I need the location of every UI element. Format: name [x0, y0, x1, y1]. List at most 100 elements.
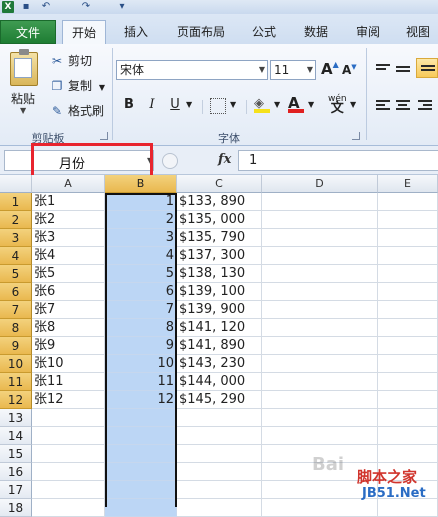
cell-e[interactable] [378, 427, 438, 445]
cell-c[interactable] [177, 445, 262, 463]
tab-view[interactable]: 视图 [398, 20, 438, 44]
phonetic-button[interactable]: wén 文 [328, 94, 347, 115]
cell-c[interactable] [177, 499, 262, 517]
shrink-font-button[interactable]: A▼ [342, 63, 357, 77]
cell-c[interactable]: $135, 000 [177, 211, 262, 229]
cell-e[interactable] [378, 193, 438, 211]
cell-b[interactable]: 2 [105, 211, 177, 229]
cell-b[interactable]: 11 [105, 373, 177, 391]
cell-a[interactable] [32, 409, 105, 427]
cell-c[interactable]: $144, 000 [177, 373, 262, 391]
cell-c[interactable]: $141, 890 [177, 337, 262, 355]
cell-a[interactable]: 张11 [32, 373, 105, 391]
cell-d[interactable] [262, 211, 378, 229]
row-header[interactable]: 18 [0, 499, 32, 517]
tab-data[interactable]: 数据 [296, 20, 336, 44]
underline-button[interactable]: U [166, 96, 184, 114]
row-header[interactable]: 6 [0, 283, 32, 301]
cell-e[interactable] [378, 265, 438, 283]
cut-button[interactable]: ✂ 剪切 [50, 52, 92, 70]
copy-dropdown-icon[interactable]: ▼ [99, 83, 105, 92]
cell-d[interactable] [262, 373, 378, 391]
font-size-field[interactable]: 11 ▼ [270, 60, 316, 80]
spreadsheet-grid[interactable]: A B C D E 1 张1 1 $133, 890 2 张2 2 $135, 000 3 张3 3 $135,… [0, 175, 438, 517]
cell-a[interactable]: 张3 [32, 229, 105, 247]
cell-e[interactable] [378, 355, 438, 373]
cell-e[interactable] [378, 499, 438, 517]
borders-dropdown-icon[interactable]: ▼ [230, 100, 236, 109]
cell-d[interactable] [262, 229, 378, 247]
align-bottom-button[interactable] [416, 58, 438, 78]
cell-c[interactable]: $141, 120 [177, 319, 262, 337]
cell-e[interactable] [378, 301, 438, 319]
font-launcher-icon[interactable] [352, 132, 360, 140]
cell-d[interactable] [262, 319, 378, 337]
tab-formulas[interactable]: 公式 [244, 20, 284, 44]
cell-a[interactable]: 张2 [32, 211, 105, 229]
cell-c[interactable]: $133, 890 [177, 193, 262, 211]
row-header[interactable]: 16 [0, 463, 32, 481]
row-header[interactable]: 8 [0, 319, 32, 337]
cell-b[interactable]: 4 [105, 247, 177, 265]
cell-b[interactable]: 5 [105, 265, 177, 283]
row-header[interactable]: 9 [0, 337, 32, 355]
column-header-b[interactable]: B [105, 175, 177, 193]
column-header-e[interactable]: E [378, 175, 438, 193]
customize-qat-icon[interactable]: ▾ [116, 1, 128, 13]
cell-c[interactable]: $145, 290 [177, 391, 262, 409]
row-header[interactable]: 15 [0, 445, 32, 463]
cell-a[interactable]: 张8 [32, 319, 105, 337]
cell-e[interactable] [378, 373, 438, 391]
cell-c[interactable] [177, 481, 262, 499]
cell-e[interactable] [378, 247, 438, 265]
cell-a[interactable]: 张10 [32, 355, 105, 373]
cell-a[interactable]: 张12 [32, 391, 105, 409]
fill-color-button[interactable]: ◈ [254, 96, 270, 113]
cell-d[interactable] [262, 355, 378, 373]
align-top-icon[interactable] [376, 64, 390, 76]
cell-d[interactable] [262, 337, 378, 355]
format-painter-button[interactable]: ✎ 格式刷 [50, 102, 104, 120]
cell-a[interactable] [32, 463, 105, 481]
cell-b[interactable]: 8 [105, 319, 177, 337]
cell-b[interactable]: 10 [105, 355, 177, 373]
cell-c[interactable] [177, 463, 262, 481]
cell-d[interactable] [262, 427, 378, 445]
row-header[interactable]: 2 [0, 211, 32, 229]
row-header[interactable]: 3 [0, 229, 32, 247]
cell-b[interactable]: 6 [105, 283, 177, 301]
grow-font-button[interactable]: A▲ [321, 60, 339, 78]
cell-e[interactable] [378, 319, 438, 337]
row-header[interactable]: 4 [0, 247, 32, 265]
cell-b[interactable] [105, 445, 177, 463]
underline-dropdown-icon[interactable]: ▼ [186, 100, 192, 109]
cell-c[interactable]: $143, 230 [177, 355, 262, 373]
cell-d[interactable] [262, 265, 378, 283]
font-name-field[interactable]: 宋体 ▼ [116, 60, 268, 80]
cell-e[interactable] [378, 409, 438, 427]
row-header[interactable]: 13 [0, 409, 32, 427]
row-header[interactable]: 10 [0, 355, 32, 373]
cell-b[interactable]: 9 [105, 337, 177, 355]
font-color-button[interactable]: A [288, 94, 304, 113]
cell-b[interactable] [105, 427, 177, 445]
save-icon[interactable]: ▪ [20, 1, 32, 13]
cell-d[interactable] [262, 391, 378, 409]
cell-b[interactable]: 7 [105, 301, 177, 319]
cell-b[interactable]: 3 [105, 229, 177, 247]
align-center-icon[interactable] [396, 100, 410, 112]
clipboard-launcher-icon[interactable] [100, 132, 108, 140]
column-header-c[interactable]: C [177, 175, 262, 193]
cell-c[interactable]: $137, 300 [177, 247, 262, 265]
cell-b[interactable] [105, 463, 177, 481]
row-header[interactable]: 11 [0, 373, 32, 391]
fill-dropdown-icon[interactable]: ▼ [274, 100, 280, 109]
cell-c[interactable] [177, 427, 262, 445]
phonetic-dropdown-icon[interactable]: ▼ [350, 100, 356, 109]
column-header-d[interactable]: D [262, 175, 378, 193]
cell-d[interactable] [262, 247, 378, 265]
align-right-icon[interactable] [418, 100, 432, 112]
cell-e[interactable] [378, 229, 438, 247]
cell-a[interactable] [32, 427, 105, 445]
font-color-dropdown-icon[interactable]: ▼ [308, 100, 314, 109]
